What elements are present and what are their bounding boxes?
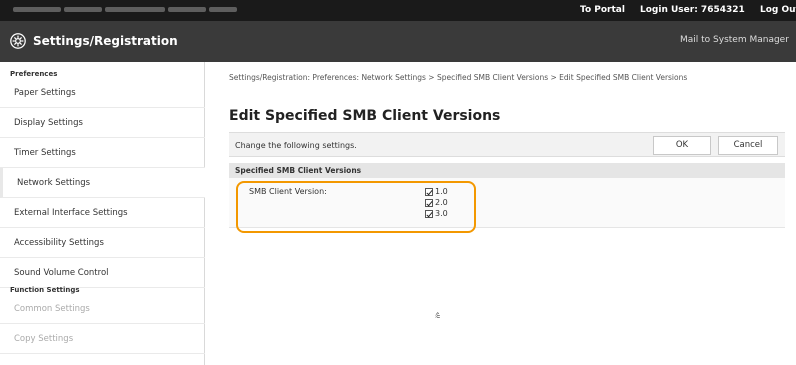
- sidebar-item-display-settings[interactable]: Display Settings: [0, 108, 205, 138]
- title-bar: Settings/Registration Mail to System Man…: [0, 21, 796, 62]
- sidebar-item-sound-volume-control[interactable]: Sound Volume Control: [0, 258, 205, 288]
- login-user-label: Login User: 7654321: [640, 5, 745, 15]
- sidebar-item-common-settings[interactable]: Common Settings: [0, 294, 205, 324]
- breadcrumb: Settings/Registration: Preferences: Netw…: [229, 73, 688, 82]
- page-title: Settings/Registration: [33, 34, 178, 48]
- top-bar: To Portal Login User: 7654321 Log Out: [0, 0, 796, 21]
- log-out-link[interactable]: Log Out: [760, 5, 796, 15]
- highlight-frame: [236, 181, 476, 233]
- sidebar-item-network-settings[interactable]: Network Settings: [0, 168, 205, 198]
- sidebar-section-preferences: Preferences: [10, 70, 58, 78]
- mail-to-system-manager-link[interactable]: Mail to System Manager: [680, 35, 789, 45]
- section-header: Specified SMB Client Versions: [229, 163, 785, 178]
- sidebar-item-accessibility-settings[interactable]: Accessibility Settings: [0, 228, 205, 258]
- device-name: [13, 5, 240, 15]
- sidebar-item-external-interface-settings[interactable]: External Interface Settings: [0, 198, 205, 228]
- settings-gear-icon: [10, 33, 26, 49]
- sidebar-item-paper-settings[interactable]: Paper Settings: [0, 78, 205, 108]
- sidebar: Preferences Paper Settings Display Setti…: [0, 62, 205, 365]
- sidebar-item-copy-settings[interactable]: Copy Settings: [0, 324, 205, 354]
- sidebar-section-function-settings: Function Settings: [10, 286, 80, 294]
- action-bar: Change the following settings. OK Cancel: [229, 132, 785, 157]
- to-portal-link[interactable]: To Portal: [580, 5, 625, 15]
- page-heading: Edit Specified SMB Client Versions: [229, 108, 501, 124]
- scroll-to-top-icon[interactable]: ⩯: [435, 312, 440, 322]
- description-text: Change the following settings.: [235, 141, 357, 150]
- sidebar-item-timer-settings[interactable]: Timer Settings: [0, 138, 205, 168]
- cancel-button[interactable]: Cancel: [718, 136, 778, 155]
- ok-button[interactable]: OK: [653, 136, 711, 155]
